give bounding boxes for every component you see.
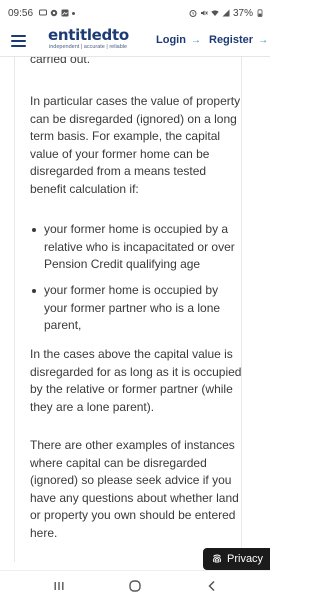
status-bar: 09:56 37% — [0, 0, 270, 26]
record-notification-icon — [50, 9, 58, 17]
system-icons: 37% — [189, 8, 264, 19]
site-logo[interactable]: entitledto independent | accurate | reli… — [48, 27, 138, 55]
logo-tagline: independent | accurate | reliable — [49, 44, 128, 50]
mute-icon — [200, 10, 208, 16]
dot-indicator — [72, 11, 76, 15]
article-paragraph-1: In particular cases the value of propert… — [30, 94, 241, 196]
site-header: entitledto independent | accurate | reli… — [0, 26, 270, 57]
login-label: Login — [156, 34, 186, 46]
privacy-label: Privacy — [227, 553, 264, 565]
status-time: 09:56 — [8, 7, 34, 19]
signal-icon — [222, 9, 230, 17]
arrow-right-icon: → — [258, 35, 269, 46]
home-icon[interactable] — [128, 579, 142, 593]
article-paragraph-2: In the cases above the capital value is … — [30, 347, 242, 414]
bullet-text: your former home is occupied by a relati… — [44, 222, 235, 271]
arrow-right-icon: → — [191, 35, 201, 46]
notification-icons — [39, 9, 76, 17]
back-icon[interactable] — [205, 579, 219, 593]
article-paragraph-3: There are other examples of instances wh… — [30, 438, 239, 540]
chat-notification-icon — [39, 9, 48, 16]
system-nav-bar — [0, 570, 270, 600]
article-partial-line: carried out. — [30, 57, 91, 66]
register-link[interactable]: Register → — [209, 34, 268, 46]
bullet-list-2: your former home is occupied by your for… — [30, 282, 242, 335]
list-item: your former home is occupied by your for… — [30, 282, 242, 335]
list-item: your former home is occupied by a relati… — [30, 221, 242, 274]
wifi-icon — [211, 10, 219, 16]
bullet-icon — [32, 228, 36, 232]
recent-apps-icon[interactable] — [52, 579, 66, 593]
article-content[interactable]: carried out. In particular cases the val… — [0, 57, 270, 562]
hamburger-icon[interactable] — [11, 35, 26, 47]
bullet-icon — [32, 289, 36, 293]
image-notification-icon — [61, 9, 69, 17]
battery-icon — [257, 9, 263, 17]
bullet-list-1: your former home is occupied by a relati… — [30, 221, 242, 274]
alarm-icon — [189, 10, 197, 17]
logo-text: entitledto — [48, 26, 129, 44]
register-label: Register — [209, 34, 254, 46]
battery-percent: 37% — [232, 7, 253, 19]
privacy-button[interactable]: Privacy — [203, 548, 270, 570]
bullet-text: your former home is occupied by your for… — [44, 283, 221, 332]
fingerprint-icon — [213, 554, 221, 563]
login-link[interactable]: Login → — [156, 34, 201, 46]
